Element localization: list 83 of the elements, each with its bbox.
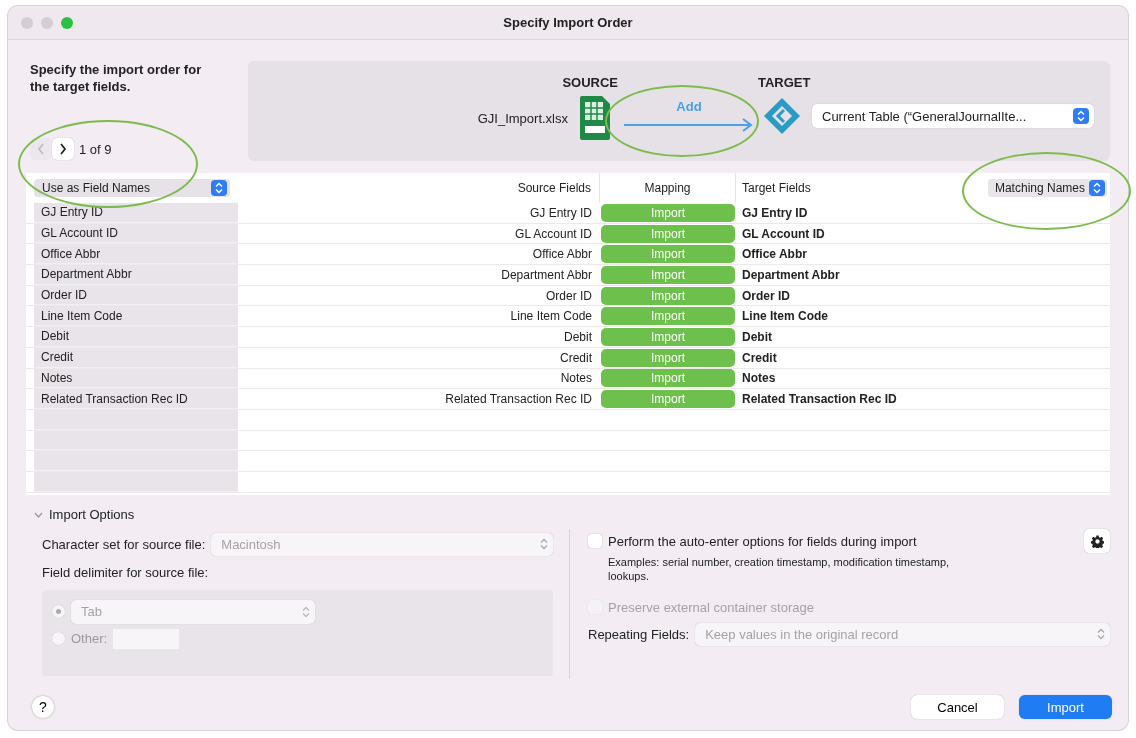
table-cell-text: Office Abbr <box>531 246 593 264</box>
target-table-dropdown[interactable]: Current Table (“GeneralJournalIte... <box>812 104 1094 128</box>
column-header: Source Fields <box>238 173 600 203</box>
checkbox-label: Preserve external container storage <box>608 599 814 615</box>
import-mapping-button[interactable]: Import <box>601 390 735 409</box>
import-mapping-button[interactable]: Import <box>601 286 735 305</box>
help-button[interactable]: ? <box>32 696 54 718</box>
settings-icon <box>1090 534 1104 548</box>
table-cell-text: Notes <box>559 370 593 388</box>
table-cell: GL Account ID <box>34 223 238 244</box>
table-cell-text: Credit <box>559 349 593 367</box>
table-cell-text: Related Transaction Rec ID <box>741 391 898 409</box>
cancel-button[interactable]: Cancel <box>911 695 1004 719</box>
field-label: Character set for source file: <box>42 536 206 552</box>
table-cell-text: Order ID <box>741 287 791 305</box>
checkbox[interactable] <box>588 534 602 548</box>
chevron-right-icon <box>59 143 67 155</box>
add-label: Add <box>676 99 702 114</box>
window-minimize-button[interactable] <box>41 16 53 29</box>
file-name: GJI_Import.xlsx <box>477 110 568 126</box>
section-title[interactable]: Import Options <box>49 507 135 522</box>
window-close-button[interactable] <box>21 16 33 29</box>
table-cell-text: Credit <box>741 349 778 367</box>
table-cell-text: Notes <box>741 370 777 388</box>
field-label: Field delimiter for source file: <box>42 564 209 580</box>
table-cell: Office Abbr <box>34 244 238 265</box>
window-zoom-button[interactable] <box>61 16 73 29</box>
source-heading: SOURCE <box>562 75 618 90</box>
stepper-icon <box>540 538 548 550</box>
table-cell-text: Department Abbr <box>500 266 593 284</box>
table-cell: Related Transaction Rec ID <box>34 389 238 409</box>
column-header: Mapping <box>600 173 736 203</box>
table-cell: Notes <box>34 368 238 389</box>
import-mapping-button[interactable]: Import <box>601 245 735 264</box>
stepper-icon <box>1089 180 1105 196</box>
stepper-icon <box>211 180 227 196</box>
stepper-icon <box>302 605 310 618</box>
radio-label: Other: <box>71 631 108 646</box>
table-cell-text: GJ Entry ID <box>741 204 809 222</box>
import-mapping-button[interactable]: Import <box>601 203 735 222</box>
table-cell-text: Line Item Code <box>741 308 829 326</box>
radio-button[interactable] <box>52 605 65 618</box>
table-cell-text: Office Abbr <box>741 246 808 264</box>
table-cell-text: Department Abbr <box>741 266 841 284</box>
table-cell: Debit <box>34 327 238 347</box>
import-mapping-button[interactable]: Import <box>601 307 735 326</box>
hint-text: Examples: serial number, creation timestamp, modification timestamp, lookups. <box>608 555 951 583</box>
table-cell: Line Item Code <box>34 306 238 327</box>
table-cell: Department Abbr <box>34 265 238 285</box>
table-cell-text: GL Account ID <box>741 225 826 243</box>
chevron-left-icon <box>37 143 45 155</box>
import-mapping-button[interactable]: Import <box>601 348 735 367</box>
target-heading: TARGET <box>758 75 812 90</box>
page-counter: 1 of 9 <box>79 141 112 157</box>
checkbox-label: Perform the auto-enter options for fields during import <box>608 533 917 549</box>
spreadsheet-file-icon <box>580 96 610 140</box>
field-label: Repeating Fields: <box>588 626 690 642</box>
stepper-icon <box>1097 628 1105 640</box>
table-cell: Credit <box>34 347 238 368</box>
table-cell: GJ Entry ID <box>34 203 238 223</box>
table-cell-text: Related Transaction Rec ID <box>444 391 593 409</box>
arrow-icon <box>624 118 754 132</box>
import-mapping-button[interactable]: Import <box>601 224 735 243</box>
table-cell-text: Debit <box>563 328 593 346</box>
field-names-dropdown[interactable]: Use as Field Names <box>34 179 230 197</box>
database-logo-icon <box>762 96 802 136</box>
table-cell-text: GJ Entry ID <box>529 204 593 222</box>
import-button[interactable]: Import <box>1019 695 1112 719</box>
column-header: Target Fields <box>742 181 811 195</box>
table-cell-text: Order ID <box>545 287 593 305</box>
import-mapping-button[interactable]: Import <box>601 369 735 388</box>
import-mapping-button[interactable]: Import <box>601 265 735 284</box>
window-title: Specify Import Order <box>503 15 633 30</box>
import-mapping-button[interactable]: Import <box>601 327 735 346</box>
table-cell-text: Debit <box>741 328 773 346</box>
table-cell: Order ID <box>34 285 238 306</box>
table-cell-text: Line Item Code <box>509 308 593 326</box>
matching-dropdown[interactable]: Matching Names <box>987 179 1107 197</box>
settings-button[interactable] <box>1084 529 1110 553</box>
stepper-icon <box>1073 108 1089 124</box>
table-cell-text: GL Account ID <box>514 225 593 243</box>
instruction-text: Specify the import order for the target fields. <box>30 61 203 95</box>
next-button[interactable] <box>52 138 74 160</box>
